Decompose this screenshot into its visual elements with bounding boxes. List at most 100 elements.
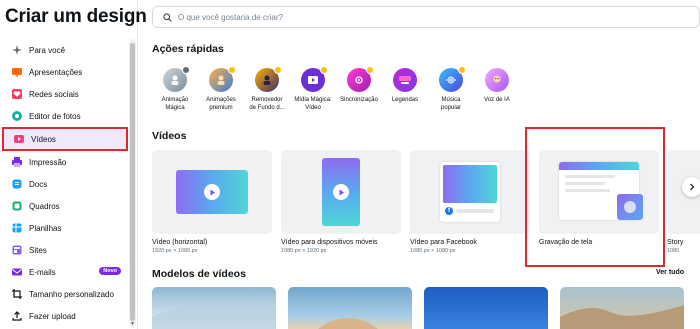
sidebar-item-label: Vídeos bbox=[31, 134, 56, 144]
quick-action-label: Sincronização bbox=[340, 97, 378, 103]
magic-media-video-icon bbox=[301, 66, 328, 92]
template-thumbnail[interactable] bbox=[560, 287, 684, 329]
video-card-facebook[interactable]: f Vídeo para Facebook 1080 px × 1080 px bbox=[410, 150, 530, 254]
photo-edit-icon bbox=[12, 111, 22, 121]
quick-action-sync[interactable]: Sincronização bbox=[336, 66, 382, 104]
sidebar-item-planilhas[interactable]: Planilhas bbox=[0, 217, 128, 239]
new-badge: Novo bbox=[99, 267, 121, 275]
sidebar-item-label: Quadros bbox=[29, 201, 60, 211]
video-card-thumbnail: f bbox=[410, 150, 530, 234]
video-card-size: 1080 px × 1920 px bbox=[281, 248, 327, 254]
search-input[interactable] bbox=[178, 12, 658, 22]
email-icon bbox=[12, 267, 22, 277]
sidebar-item-label: Docs bbox=[29, 179, 48, 189]
website-icon bbox=[12, 245, 22, 255]
video-card-title: Story bbox=[667, 239, 684, 246]
sidebar-item-redes-sociais[interactable]: Redes sociais bbox=[0, 83, 128, 105]
video-card-thumbnail bbox=[281, 150, 401, 234]
video-templates-row bbox=[152, 287, 700, 329]
see-all-link[interactable]: Ver tudo bbox=[656, 269, 684, 276]
main-content: Ações rápidas Animação Mágica Animações … bbox=[138, 0, 700, 329]
quick-action-label-2: Mágica bbox=[165, 105, 185, 111]
quick-action-captions[interactable]: Legendas bbox=[382, 68, 428, 104]
sidebar-item-quadros[interactable]: Quadros bbox=[0, 195, 128, 217]
quick-action-label-2: premium bbox=[209, 105, 233, 111]
quick-actions-title: Ações rápidas bbox=[152, 43, 224, 55]
quick-action-label: Legendas bbox=[391, 97, 419, 103]
scroll-down-arrow-icon[interactable]: ▼ bbox=[130, 321, 135, 327]
search-bar[interactable] bbox=[152, 6, 700, 28]
quick-action-magic-animation[interactable]: Animação Mágica bbox=[152, 66, 198, 112]
quick-action-ai-voice[interactable]: Voz de IA bbox=[474, 68, 520, 104]
whiteboard-icon bbox=[12, 201, 22, 211]
sidebar-item-label: Fazer upload bbox=[29, 311, 76, 321]
sidebar-item-label: E-mails bbox=[29, 267, 56, 277]
video-card-title: Vídeo (horizontal) bbox=[152, 239, 208, 246]
scrollbar-thumb[interactable] bbox=[130, 43, 135, 321]
sidebar-title: Criar um design bbox=[5, 6, 147, 27]
play-icon bbox=[204, 184, 220, 200]
video-icon bbox=[14, 134, 24, 144]
facebook-icon: f bbox=[445, 207, 453, 215]
video-templates-title: Modelos de vídeos bbox=[152, 268, 246, 280]
play-icon bbox=[333, 184, 349, 200]
template-thumbnail[interactable] bbox=[152, 287, 276, 329]
quick-action-label: Música bbox=[441, 97, 461, 103]
quick-action-label-2: de Fundo d... bbox=[249, 105, 285, 111]
presentation-icon bbox=[12, 67, 22, 77]
video-card-size: 1080 px × 1080 px bbox=[410, 248, 456, 254]
template-thumbnail[interactable] bbox=[424, 287, 548, 329]
sidebar-item-docs[interactable]: Docs bbox=[0, 173, 128, 195]
sync-icon bbox=[347, 66, 374, 92]
search-icon bbox=[163, 12, 172, 22]
sheets-icon bbox=[12, 223, 22, 233]
quick-action-premium-animations[interactable]: Animações premium bbox=[198, 66, 244, 112]
sidebar-item-label: Impressão bbox=[29, 157, 67, 167]
video-card-mobile[interactable]: Vídeo para dispositivos móveis 1080 px ×… bbox=[281, 150, 401, 254]
docs-icon bbox=[12, 179, 22, 189]
sidebar-item-label: Apresentações bbox=[29, 67, 83, 77]
video-card-story[interactable]: Story 1080 bbox=[667, 150, 700, 254]
sidebar-scrollbar[interactable]: ▼ bbox=[129, 39, 136, 327]
magic-animation-icon bbox=[163, 66, 190, 92]
sidebar-list: Para você Apresentações Redes sociais Ed… bbox=[0, 39, 128, 327]
sidebar-item-impressao[interactable]: Impressão bbox=[0, 151, 128, 173]
quick-action-popular-music[interactable]: Música popular bbox=[428, 66, 474, 112]
chevron-right-icon bbox=[690, 183, 695, 191]
sidebar-item-videos[interactable]: Vídeos bbox=[2, 127, 128, 151]
quick-action-background-remover[interactable]: Removedor de Fundo d... bbox=[244, 66, 290, 112]
background-remover-icon bbox=[255, 66, 282, 92]
sidebar: Criar um design Para você Apresentações … bbox=[0, 0, 147, 329]
video-card-thumbnail bbox=[152, 150, 272, 234]
sidebar-item-fazer-upload[interactable]: Fazer upload bbox=[0, 305, 128, 327]
sidebar-item-emails[interactable]: E-mails Novo bbox=[0, 261, 128, 283]
sidebar-item-para-voce[interactable]: Para você bbox=[0, 39, 128, 61]
video-card-title: Vídeo para Facebook bbox=[410, 239, 477, 246]
sidebar-item-tamanho-personalizado[interactable]: Tamanho personalizado bbox=[0, 283, 128, 305]
sidebar-item-apresentacoes[interactable]: Apresentações bbox=[0, 61, 128, 83]
captions-icon bbox=[393, 68, 417, 92]
video-card-size: 1920 px × 1080 px bbox=[152, 248, 198, 254]
template-thumbnail[interactable] bbox=[288, 287, 412, 329]
heart-icon bbox=[12, 89, 22, 99]
video-card-horizontal[interactable]: Vídeo (horizontal) 1920 px × 1080 px bbox=[152, 150, 272, 254]
sidebar-item-sites[interactable]: Sites bbox=[0, 239, 128, 261]
quick-action-label: Mídia Mágica: bbox=[294, 97, 332, 103]
quick-actions-row: Animação Mágica Animações premium Remove… bbox=[152, 66, 572, 124]
sidebar-item-label: Editor de fotos bbox=[29, 111, 81, 121]
music-waveform-icon bbox=[439, 66, 466, 92]
quick-action-label: Voz de IA bbox=[484, 97, 510, 103]
scroll-right-button[interactable] bbox=[682, 177, 700, 197]
quick-action-label-2: popular bbox=[440, 105, 461, 111]
crop-icon bbox=[12, 289, 22, 299]
premium-animations-icon bbox=[209, 66, 236, 92]
quick-action-label-2: Vídeo bbox=[305, 105, 321, 111]
video-card-size: 1080 bbox=[667, 248, 680, 254]
quick-action-magic-media-video[interactable]: Mídia Mágica: Vídeo bbox=[290, 66, 336, 112]
sidebar-item-editor-de-fotos[interactable]: Editor de fotos bbox=[0, 105, 128, 127]
sidebar-item-label: Sites bbox=[29, 245, 47, 255]
ai-voice-icon bbox=[485, 68, 509, 92]
sidebar-item-label: Redes sociais bbox=[29, 89, 79, 99]
sparkle-icon bbox=[12, 45, 22, 55]
quick-action-label: Animações bbox=[206, 97, 236, 103]
